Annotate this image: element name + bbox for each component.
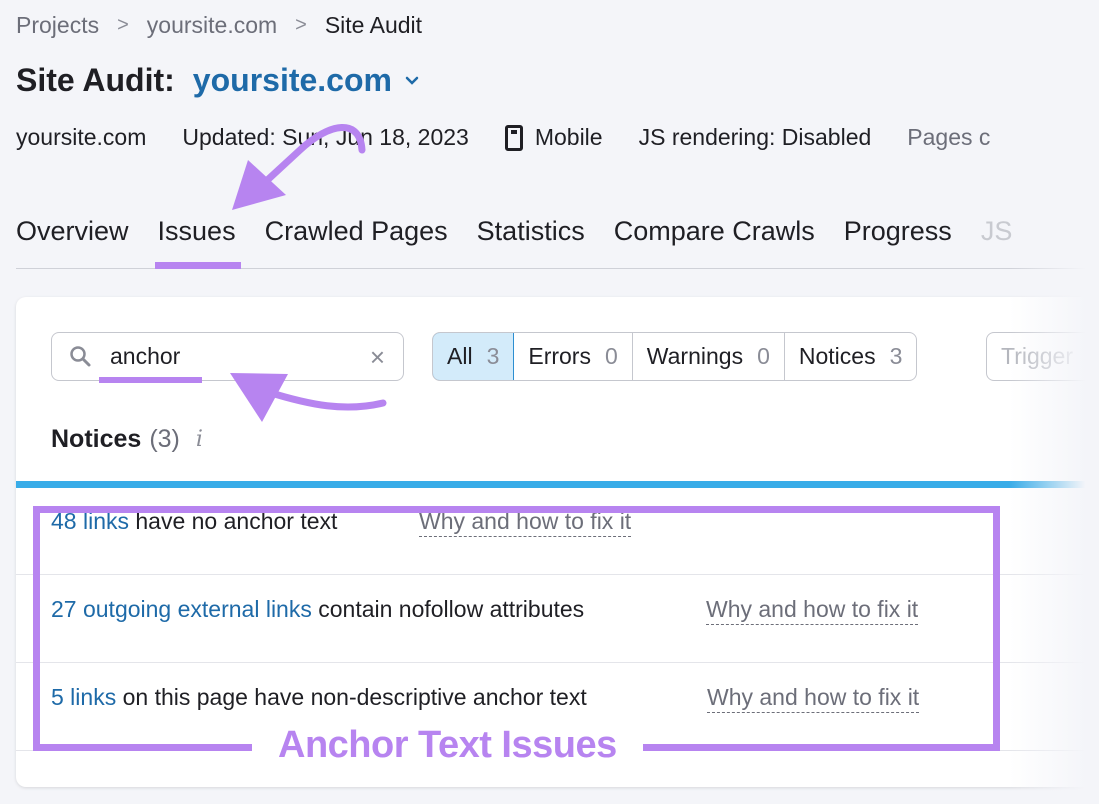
issue-description: 48 links have no anchor text (51, 508, 337, 535)
issue-text: on this page have non-descriptive anchor… (116, 684, 587, 710)
filter-all[interactable]: All 3 (433, 333, 515, 380)
project-meta: yoursite.com Updated: Sun, Jun 18, 2023 … (16, 124, 1026, 151)
section-title-text: Notices (51, 425, 142, 453)
issue-description: 5 links on this page have non-descriptiv… (51, 684, 587, 711)
filter-label: All (447, 343, 473, 369)
mobile-phone-icon (504, 124, 523, 151)
chevron-right-icon: > (295, 14, 307, 36)
filter-count: 3 (889, 343, 903, 369)
issue-text: have no anchor text (128, 508, 338, 534)
tab-js-impact[interactable]: JS (981, 212, 1013, 268)
tab-issues[interactable]: Issues (154, 212, 241, 269)
meta-pages: Pages c (907, 124, 991, 150)
meta-device: Mobile (504, 124, 603, 151)
issue-link[interactable]: 48 links (51, 508, 129, 534)
annotation-underline (99, 377, 202, 383)
section-title: Notices (3) i (51, 425, 203, 454)
annotation-label: Anchor Text Issues (252, 724, 643, 767)
search-icon (70, 346, 91, 367)
breadcrumb-site[interactable]: yoursite.com (147, 12, 277, 39)
tab-crawled-pages[interactable]: Crawled Pages (265, 212, 448, 268)
meta-updated: Updated: Sun, Jun 18, 2023 (182, 124, 469, 150)
filter-notices[interactable]: Notices 3 (785, 333, 916, 380)
issue-description: 27 outgoing external links contain nofol… (51, 596, 584, 623)
trigger-filter-select[interactable]: Trigger (986, 332, 1099, 381)
why-how-fix-link[interactable]: Why and how to fix it (707, 684, 920, 713)
why-how-fix-link[interactable]: Why and how to fix it (419, 508, 632, 537)
tab-statistics[interactable]: Statistics (477, 212, 585, 268)
issues-card: anchor × All 3 Errors 0 Warnings 0 Notic… (16, 297, 1099, 787)
filter-label: Warnings (646, 343, 744, 369)
chevron-right-icon: > (117, 14, 129, 36)
section-count: (3) (149, 425, 180, 453)
title-prefix: Site Audit: (16, 62, 175, 98)
breadcrumb-current: Site Audit (324, 12, 423, 38)
tab-compare-crawls[interactable]: Compare Crawls (614, 212, 815, 268)
filter-label: Notices (798, 343, 876, 369)
why-how-fix-link[interactable]: Why and how to fix it (706, 596, 919, 625)
chevron-down-icon[interactable] (404, 73, 420, 89)
meta-domain: yoursite.com (16, 124, 147, 150)
issue-search-input[interactable]: anchor × (51, 332, 404, 381)
page-title: Site Audit: yoursite.com (16, 62, 420, 99)
tab-progress[interactable]: Progress (844, 212, 952, 268)
search-value[interactable]: anchor (110, 343, 180, 370)
section-divider-bar (16, 481, 1096, 488)
project-selector[interactable]: yoursite.com (193, 62, 392, 99)
issue-row: 27 outgoing external links contain nofol… (16, 576, 1099, 663)
breadcrumb-projects[interactable]: Projects (16, 12, 99, 39)
issue-row: 48 links have no anchor text Why and how… (16, 488, 1099, 575)
issue-link[interactable]: 5 links (51, 684, 116, 710)
meta-js-rendering: JS rendering: Disabled (638, 124, 872, 150)
issue-text: contain nofollow attributes (311, 596, 585, 622)
issue-link[interactable]: 27 outgoing external links (51, 596, 312, 622)
tab-bar: Overview Issues Crawled Pages Statistics… (16, 212, 1099, 269)
device-label: Mobile (534, 124, 603, 150)
filter-label: Errors (528, 343, 591, 369)
breadcrumb: Projects > yoursite.com > Site Audit (16, 12, 422, 39)
filter-count: 0 (604, 343, 618, 369)
clear-search-icon[interactable]: × (370, 342, 385, 373)
filter-count: 0 (757, 343, 770, 369)
filter-warnings[interactable]: Warnings 0 (633, 333, 785, 380)
filter-errors[interactable]: Errors 0 (514, 333, 633, 380)
tab-overview[interactable]: Overview (16, 212, 129, 268)
filter-count: 3 (486, 343, 500, 369)
severity-filter: All 3 Errors 0 Warnings 0 Notices 3 (432, 332, 918, 381)
info-icon[interactable]: i (196, 427, 203, 452)
